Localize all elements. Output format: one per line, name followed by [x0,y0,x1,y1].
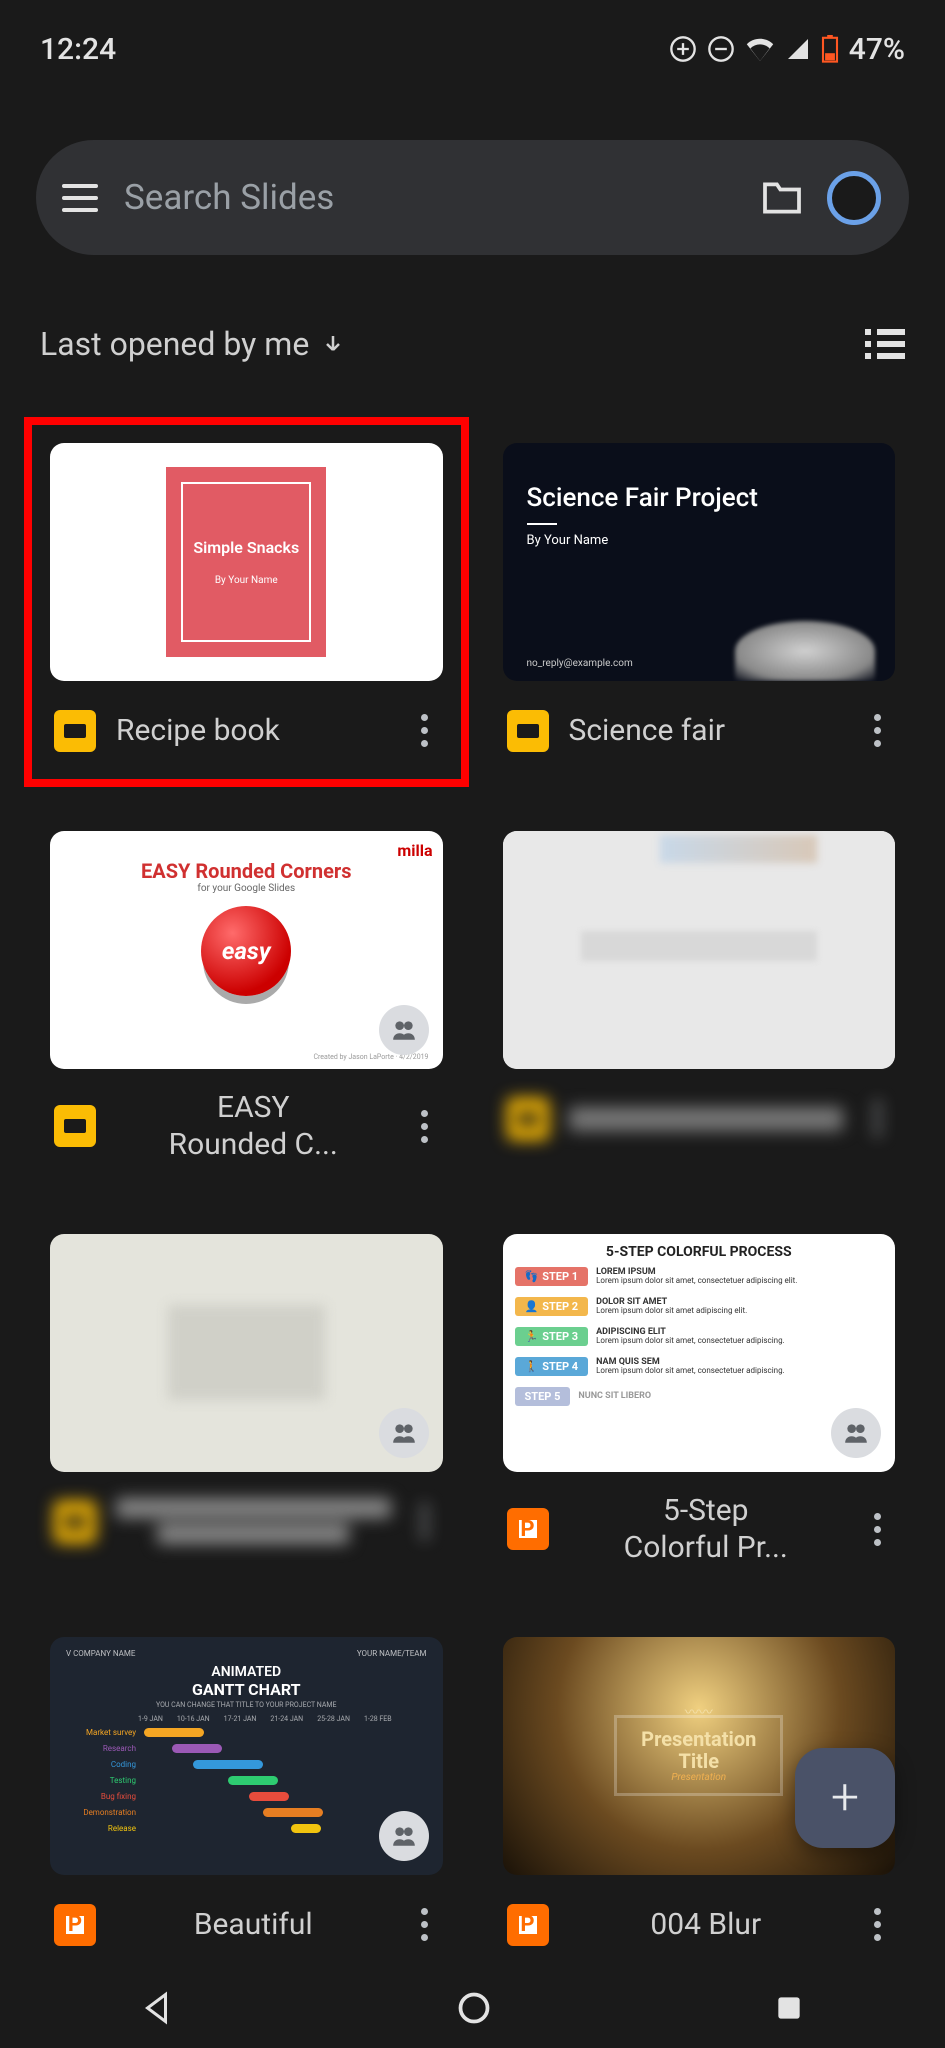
sort-row: Last opened by me [40,325,905,363]
more-icon[interactable] [411,1110,439,1143]
slides-icon [507,710,549,752]
home-button[interactable] [456,1990,492,2026]
account-avatar[interactable] [827,171,881,225]
shared-icon [379,1811,429,1861]
file-title: Recipe book [116,712,391,750]
add-circle-icon [669,35,697,63]
slides-icon [507,1098,549,1140]
file-title [569,1107,844,1131]
signal-icon [785,37,811,61]
file-title [116,1498,391,1546]
slides-icon [54,1501,96,1543]
file-tile-beautiful[interactable]: V COMPANY NAMEYOUR NAME/TEAM ANIMATED GA… [50,1637,443,1955]
list-view-icon[interactable] [865,329,905,359]
more-icon[interactable] [863,1908,891,1941]
status-bar: 12:24 47% [0,0,945,80]
slides-icon [54,710,96,752]
sort-button[interactable]: Last opened by me [40,325,345,363]
file-tile-obscured-2[interactable] [50,1234,443,1567]
search-input[interactable]: Search Slides [124,177,737,218]
dnd-icon [707,35,735,63]
menu-icon[interactable] [60,178,100,218]
powerpoint-icon: P [507,1508,549,1550]
more-icon[interactable] [411,714,439,747]
plus-icon: + [831,1769,859,1827]
file-tile-science-fair[interactable]: Science Fair Project By Your Name no_rep… [503,443,896,761]
more-icon[interactable] [411,1505,439,1538]
files-grid: Simple Snacks By Your Name Recipe book S… [0,363,945,1955]
file-title: Science fair [569,712,844,750]
file-title: 5-Step Colorful Pr... [569,1492,844,1567]
more-icon[interactable] [863,1513,891,1546]
arrow-down-icon [321,332,345,356]
file-title: Beautiful [116,1906,391,1944]
file-tile-easy-rounded[interactable]: milla EASY Rounded Corners for your Goog… [50,831,443,1164]
file-tile-recipe-book[interactable]: Simple Snacks By Your Name Recipe book [50,443,443,761]
sort-label: Last opened by me [40,325,309,363]
battery-icon [821,35,839,63]
more-icon[interactable] [411,1908,439,1941]
folder-icon[interactable] [761,181,803,215]
thumbnail: V COMPANY NAMEYOUR NAME/TEAM ANIMATED GA… [50,1637,443,1875]
file-tile-obscured-1[interactable] [503,831,896,1164]
thumbnail: Science Fair Project By Your Name no_rep… [503,443,896,681]
recents-button[interactable] [773,1992,805,2024]
thumbnail [503,831,896,1069]
shared-icon [379,1005,429,1055]
clock: 12:24 [40,32,116,67]
powerpoint-icon: P [507,1904,549,1946]
more-icon[interactable] [863,714,891,747]
back-button[interactable] [140,1990,176,2026]
thumbnail: Simple Snacks By Your Name [50,443,443,681]
thumbnail: 5-STEP COLORFUL PROCESS 👣STEP 1LOREM IPS… [503,1234,896,1472]
more-icon[interactable] [863,1102,891,1135]
system-nav-bar [0,1968,945,2048]
new-file-fab[interactable]: + [795,1748,895,1848]
battery-percent: 47% [849,32,905,67]
thumbnail: milla EASY Rounded Corners for your Goog… [50,831,443,1069]
shared-icon [379,1408,429,1458]
file-title: EASY Rounded C... [116,1089,391,1164]
powerpoint-icon: P [54,1904,96,1946]
shared-icon [831,1408,881,1458]
file-tile-5-step[interactable]: 5-STEP COLORFUL PROCESS 👣STEP 1LOREM IPS… [503,1234,896,1567]
thumbnail [50,1234,443,1472]
slides-icon [54,1105,96,1147]
file-title: 004 Blur [569,1906,844,1944]
wifi-icon [745,37,775,61]
search-bar[interactable]: Search Slides [36,140,909,255]
